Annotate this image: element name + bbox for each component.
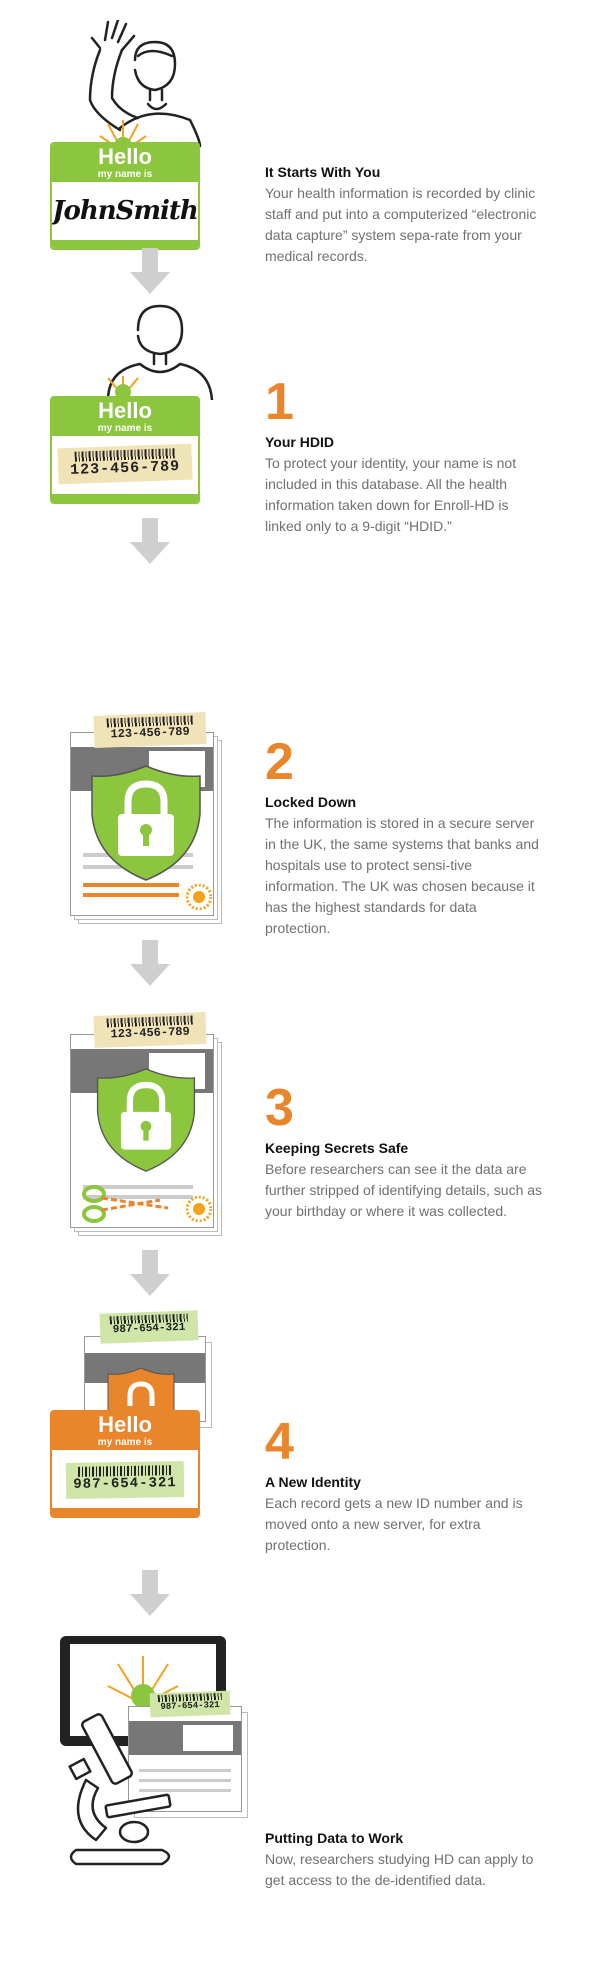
step-title: Your HDID — [265, 434, 334, 450]
step-text: 4 A New Identity Each record gets a new … — [265, 1416, 545, 1556]
down-arrow-icon — [130, 1250, 170, 1296]
step-number: 1 — [265, 373, 294, 431]
badge-subtitle: my name is — [97, 1437, 153, 1448]
sunburst-logo-icon — [107, 376, 139, 396]
hdid-tape: 123-456-789 — [57, 443, 193, 485]
microscope-icon — [68, 1713, 172, 1866]
step-body: The information is stored in a secure se… — [265, 815, 539, 936]
step-title: It Starts With You — [265, 164, 381, 180]
step-text: Putting Data to Work Now, researchers st… — [265, 1830, 545, 1891]
shield-lock-icon — [91, 765, 201, 881]
badge-subtitle: my name is — [97, 169, 153, 180]
badge-hello: Hello — [98, 144, 152, 169]
step-number: 4 — [265, 1413, 294, 1471]
step-text: 1 Your HDID To protect your identity, yo… — [265, 376, 545, 537]
step-title: A New Identity — [265, 1474, 361, 1490]
badge-hello: Hello — [98, 398, 152, 423]
step-number: 3 — [265, 1079, 294, 1137]
hdid-number: 123-456-789 — [110, 1024, 190, 1042]
hdid-tape: 123-456-789 — [93, 712, 207, 748]
step-text: It Starts With You Your health informati… — [265, 164, 545, 267]
standing-man-icon — [106, 304, 214, 400]
step-start: Hello my name is JohnSmith It Starts Wit… — [0, 0, 600, 320]
sunburst-logo-icon — [186, 884, 212, 910]
name-badge: Hello my name is JohnSmith — [50, 142, 200, 250]
step-4: 987-654-321 Hello my name is 987-654-321… — [0, 1310, 600, 1570]
name-badge: Hello my name is 987-654-321 — [50, 1410, 200, 1518]
scissors-icon — [82, 1185, 169, 1223]
new-id-number: 987-654-321 — [73, 1475, 177, 1493]
badge-header: Hello my name is — [52, 144, 198, 182]
step-3: 123-456-789 3 Keeping Secrets Safe Befor… — [0, 1000, 600, 1250]
step-2: 123-456-789 2 Locked Down The informatio… — [0, 700, 600, 936]
down-arrow-icon — [130, 1570, 170, 1616]
down-arrow-icon — [130, 518, 170, 564]
new-id-number: 987-654-321 — [112, 1321, 186, 1337]
newid-tape: 987-654-321 — [65, 1460, 185, 1500]
step-title: Putting Data to Work — [265, 1830, 404, 1846]
step-body: Each record gets a new ID number and is … — [265, 1495, 523, 1553]
down-arrow-icon — [130, 248, 170, 294]
step-final: 987-654-321 Putting Data to Work Now, re… — [0, 1630, 600, 1930]
badge-subtitle: my name is — [97, 423, 153, 434]
sunburst-logo-icon — [186, 1196, 212, 1222]
shield-lock-icon — [96, 1068, 196, 1172]
step-1: Hello my name is 123-456-789 1 Your HDID… — [0, 300, 600, 560]
newid-tape: 987-654-321 — [99, 1310, 199, 1344]
badge-hello: Hello — [98, 1412, 152, 1437]
badge-name: JohnSmith — [52, 196, 198, 226]
step-title: Keeping Secrets Safe — [265, 1140, 409, 1156]
step-number: 2 — [265, 733, 294, 791]
down-arrow-icon — [130, 940, 170, 986]
step-body: Your health information is recorded by c… — [265, 185, 537, 264]
step-body: To protect your identity, your name is n… — [265, 455, 517, 534]
step-text: 3 Keeping Secrets Safe Before researcher… — [265, 1082, 545, 1222]
hdid-tape: 123-456-789 — [93, 1012, 207, 1048]
step-body: Now, researchers studying HD can apply t… — [265, 1851, 534, 1888]
step-text: 2 Locked Down The information is stored … — [265, 736, 545, 939]
hdid-number: 123-456-789 — [110, 724, 190, 742]
name-badge: Hello my name is 123-456-789 — [50, 396, 200, 504]
step-body: Before researchers can see it the data a… — [265, 1161, 543, 1219]
hdid-number: 123-456-789 — [69, 458, 181, 479]
shield-lock-icon — [107, 1367, 175, 1416]
step-title: Locked Down — [265, 794, 357, 810]
